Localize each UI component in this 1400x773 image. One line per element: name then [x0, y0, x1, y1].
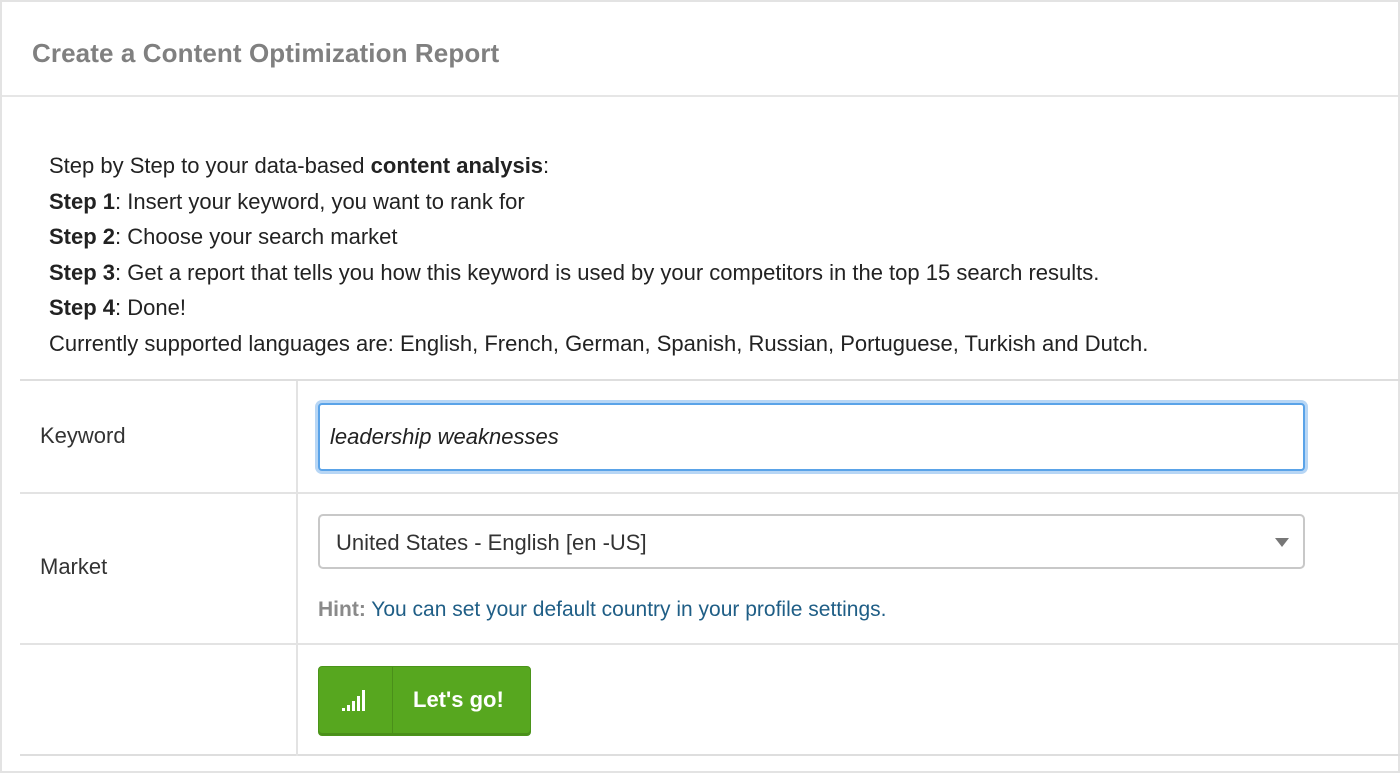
- supported-languages: Currently supported languages are: Engli…: [49, 330, 1149, 356]
- button-icon-area: [319, 667, 393, 735]
- signal-bars-icon: [342, 689, 370, 711]
- step-3: Step 3: Get a report that tells you how …: [49, 259, 1100, 285]
- caret-down-icon: [1275, 538, 1289, 547]
- step-2: Step 2: Choose your search market: [49, 224, 398, 249]
- intro-line: Step by Step to your data-based content …: [49, 153, 550, 178]
- hint-label: Hint:: [318, 598, 366, 621]
- lets-go-label: Let's go!: [413, 687, 504, 712]
- keyword-input[interactable]: [318, 403, 1305, 471]
- market-select[interactable]: United States - English [en -US]: [318, 514, 1305, 569]
- step-1: Step 1: Insert your keyword, you want to…: [49, 188, 525, 214]
- submit-row: Let's go!: [20, 645, 1400, 756]
- keyword-label: Keyword: [40, 423, 126, 448]
- panel-header: Create a Content Optimization Report: [2, 2, 1398, 97]
- keyword-row: Keyword: [20, 381, 1400, 494]
- report-panel: Create a Content Optimization Report Ste…: [0, 0, 1400, 773]
- step-4: Step 4: Done!: [49, 295, 186, 320]
- market-label: Market: [40, 554, 108, 579]
- lets-go-button[interactable]: Let's go!: [318, 666, 531, 736]
- market-hint: Hint: You can set your default country i…: [318, 598, 886, 622]
- hint-text[interactable]: You can set your default country in your…: [366, 598, 886, 621]
- report-form: Keyword Market United States - English […: [20, 379, 1400, 756]
- market-selected-value: United States - English [en -US]: [336, 530, 647, 555]
- page-title: Create a Content Optimization Report: [32, 38, 500, 68]
- intro-text: Step by Step to your data-based content …: [49, 148, 1389, 361]
- market-row: Market United States - English [en -US] …: [20, 494, 1400, 645]
